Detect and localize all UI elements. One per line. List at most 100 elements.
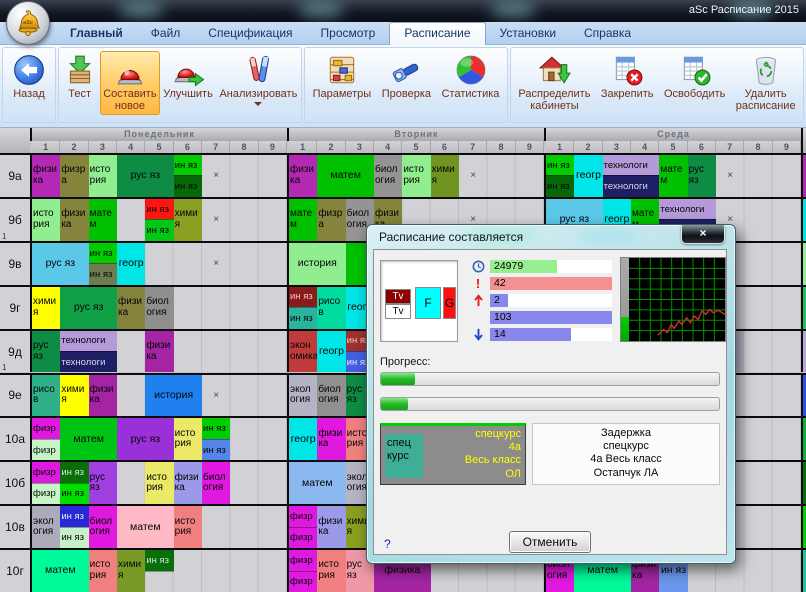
lesson-cell-split[interactable]: физрфизр bbox=[289, 550, 317, 592]
analyze-button[interactable]: Анализировать bbox=[216, 51, 300, 108]
improve-button[interactable]: Улучшить bbox=[160, 51, 216, 102]
tab-help[interactable]: Справка bbox=[570, 23, 645, 44]
lesson-cell[interactable]: физика bbox=[60, 199, 88, 241]
lesson-cell[interactable]: физра bbox=[317, 199, 345, 241]
asc-bell-logo-icon[interactable]: aSc bbox=[6, 1, 50, 45]
lesson-cell[interactable]: матем bbox=[289, 462, 346, 504]
lesson-cell[interactable]: биология bbox=[89, 506, 117, 548]
lesson-cell[interactable]: рус яз bbox=[60, 287, 117, 329]
lesson-cell[interactable]: экономика bbox=[289, 331, 317, 373]
lesson-cell[interactable]: экология bbox=[32, 506, 60, 548]
lesson-cell-split[interactable]: физрфизр bbox=[32, 462, 60, 504]
statistics-button[interactable]: Статистика bbox=[439, 51, 503, 102]
lesson-cell[interactable]: геогр bbox=[317, 331, 345, 373]
tab-file[interactable]: Файл bbox=[137, 23, 195, 44]
class-label[interactable]: 9в bbox=[0, 243, 30, 285]
lesson-cell[interactable]: физика bbox=[289, 155, 317, 197]
lesson-cell-split[interactable]: технологитехнологи bbox=[60, 331, 117, 373]
tab-main[interactable]: Главный bbox=[56, 23, 137, 44]
lesson-cell[interactable]: физика bbox=[117, 287, 145, 329]
lesson-cell[interactable]: экология bbox=[289, 375, 317, 417]
assign-rooms-button[interactable]: Распределитькабинеты bbox=[515, 51, 593, 115]
lesson-cell[interactable]: история bbox=[402, 155, 430, 197]
lesson-cell[interactable]: история bbox=[89, 155, 117, 197]
lesson-cell[interactable]: химия bbox=[117, 550, 145, 592]
class-label[interactable]: 10в bbox=[0, 506, 30, 548]
lesson-cell-split[interactable]: физрфизр bbox=[32, 418, 60, 460]
class-label[interactable]: 9г bbox=[0, 287, 30, 329]
lesson-cell[interactable]: матем bbox=[117, 506, 174, 548]
class-label[interactable]: 9б1 bbox=[0, 199, 30, 241]
lesson-cell-split[interactable]: технологитехнологи bbox=[603, 155, 660, 197]
lesson-cell[interactable]: химия bbox=[32, 287, 60, 329]
lesson-cell[interactable]: химия bbox=[60, 375, 88, 417]
lesson-cell[interactable]: матем bbox=[659, 155, 687, 197]
lesson-cell[interactable]: матем bbox=[317, 155, 374, 197]
lesson-cell[interactable]: история bbox=[174, 506, 202, 548]
lesson-cell[interactable]: рус яз bbox=[117, 418, 174, 460]
lesson-cell[interactable]: физика bbox=[317, 418, 345, 460]
check-button[interactable]: Проверка bbox=[379, 51, 434, 102]
lesson-cell[interactable]: химия bbox=[174, 199, 202, 241]
lock-button[interactable]: Закрепить bbox=[598, 51, 657, 102]
back-button[interactable]: Назад bbox=[9, 51, 49, 102]
unlock-button[interactable]: Освободить bbox=[661, 51, 728, 102]
lesson-cell[interactable]: русяз bbox=[688, 155, 716, 197]
class-label[interactable]: 10а bbox=[0, 418, 30, 460]
lesson-cell[interactable]: физика bbox=[32, 155, 60, 197]
generate-new-button[interactable]: Составитьновое bbox=[100, 51, 159, 115]
lesson-cell-split[interactable]: ин язин яз bbox=[145, 199, 173, 241]
lesson-cell[interactable]: биология bbox=[374, 155, 402, 197]
test-button[interactable]: Тест bbox=[60, 51, 100, 102]
parameters-button[interactable]: Параметры bbox=[310, 51, 375, 102]
lesson-cell[interactable]: матем bbox=[289, 199, 317, 241]
lesson-cell-split[interactable]: ин язин яз bbox=[60, 462, 88, 504]
lesson-cell-split[interactable]: ин язин яз bbox=[202, 418, 230, 460]
class-label[interactable]: 10г bbox=[0, 550, 30, 592]
lesson-cell[interactable]: биология bbox=[145, 287, 173, 329]
lesson-cell[interactable]: история bbox=[145, 462, 173, 504]
lesson-cell[interactable]: матем bbox=[89, 199, 117, 241]
tab-schedule[interactable]: Расписание bbox=[389, 22, 485, 45]
tab-specification[interactable]: Спецификация bbox=[194, 23, 306, 44]
lesson-cell[interactable]: биология bbox=[317, 375, 345, 417]
lesson-cell[interactable]: физика bbox=[317, 506, 345, 548]
tab-view[interactable]: Просмотр bbox=[307, 23, 390, 44]
lesson-cell[interactable]: матем bbox=[32, 550, 89, 592]
class-label[interactable]: 9а bbox=[0, 155, 30, 197]
lesson-cell[interactable]: история bbox=[317, 550, 345, 592]
lesson-cell[interactable]: физра bbox=[60, 155, 88, 197]
lesson-cell[interactable]: физика bbox=[89, 375, 117, 417]
lesson-cell[interactable]: история bbox=[174, 418, 202, 460]
lesson-cell-split[interactable]: ин язин яз bbox=[89, 243, 117, 285]
class-label[interactable]: 9д1 bbox=[0, 331, 30, 373]
lesson-cell[interactable]: геогр bbox=[289, 418, 317, 460]
lesson-cell[interactable]: история bbox=[145, 375, 202, 417]
lesson-cell[interactable]: матем bbox=[60, 418, 117, 460]
lesson-cell[interactable]: геогр bbox=[574, 155, 602, 197]
close-icon[interactable]: × bbox=[681, 225, 725, 244]
lesson-cell[interactable]: биология bbox=[202, 462, 230, 504]
lesson-cell[interactable]: рисов bbox=[317, 287, 345, 329]
cancel-button[interactable]: Отменить bbox=[509, 531, 591, 553]
lesson-cell[interactable]: геогр bbox=[117, 243, 145, 285]
tab-settings[interactable]: Установки bbox=[486, 23, 570, 44]
delete-schedule-button[interactable]: Удалитьрасписание bbox=[733, 51, 799, 115]
lesson-cell-split[interactable]: физрфизр bbox=[289, 506, 317, 548]
lesson-cell[interactable]: физика bbox=[145, 331, 173, 373]
lesson-cell[interactable]: история bbox=[289, 243, 346, 285]
lesson-cell-split[interactable]: ин язин яз bbox=[174, 155, 202, 197]
lesson-cell[interactable]: рус яз bbox=[117, 155, 174, 197]
lesson-cell-split[interactable]: ин язин яз bbox=[546, 155, 574, 197]
lesson-cell[interactable]: русяз bbox=[32, 331, 60, 373]
lesson-cell[interactable]: физика bbox=[174, 462, 202, 504]
help-link[interactable]: ? bbox=[384, 537, 391, 551]
lesson-cell-split[interactable]: ин язин яз bbox=[289, 287, 317, 329]
lesson-cell[interactable]: русяз bbox=[89, 462, 117, 504]
lesson-cell-split[interactable]: ин яз bbox=[145, 550, 173, 592]
lesson-cell-split[interactable]: ин язин яз bbox=[60, 506, 88, 548]
lesson-cell[interactable]: рус яз bbox=[32, 243, 89, 285]
lesson-cell[interactable]: химия bbox=[431, 155, 459, 197]
lesson-cell[interactable]: рисов bbox=[32, 375, 60, 417]
lesson-cell[interactable]: история bbox=[32, 199, 60, 241]
